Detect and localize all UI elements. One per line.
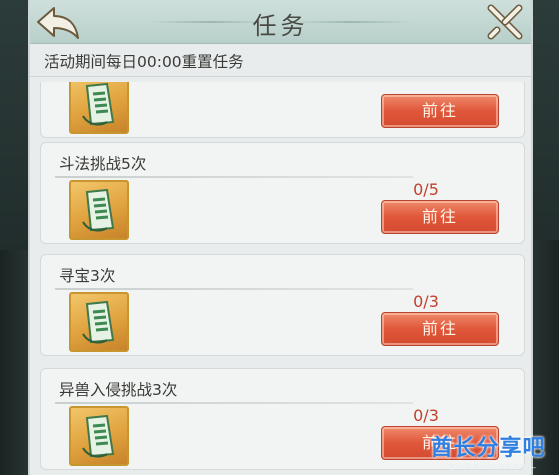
task-name: 斗法挑战5次 [59,155,147,173]
back-button[interactable] [32,2,84,42]
task-progress: 0/5 [413,180,439,199]
task-panel: 任务 活动期间每日00:00重置任务 前往 斗法挑战5次 0/5 前往 寻宝3次… [28,0,533,475]
title-bar: 任务 [30,0,531,44]
reset-notice: 活动期间每日00:00重置任务 [44,53,244,71]
go-button[interactable]: 前往 [381,312,499,346]
task-scroll-icon [69,406,129,466]
task-scroll-icon [69,82,129,134]
task-name: 寻宝3次 [59,267,116,285]
go-button[interactable]: 前往 [381,200,499,234]
task-progress: 0/3 [413,406,439,425]
task-progress: 0/3 [413,292,439,311]
watermark-logo: 酋长分享吧 [430,436,546,461]
task-list[interactable]: 前往 斗法挑战5次 0/5 前往 寻宝3次 0/3 前往 异兽入侵挑战3次 0/… [40,82,525,475]
task-card: 斗法挑战5次 0/5 前往 [40,142,525,244]
back-arrow-icon [37,7,79,39]
task-scroll-icon [69,292,129,352]
close-button[interactable] [483,2,527,42]
task-card: 前往 [40,82,525,138]
task-scroll-icon [69,180,129,240]
task-divider [55,176,413,178]
task-divider [55,288,413,290]
notice-divider [30,76,531,77]
page-title: 任务 [252,12,309,40]
go-button[interactable]: 前往 [381,94,499,128]
task-name: 异兽入侵挑战3次 [59,381,178,399]
close-icon [487,4,523,40]
task-card: 寻宝3次 0/3 前往 [40,254,525,356]
task-divider [55,402,413,404]
watermark-tagline: —专注您关注的游戏资讯— [440,463,536,472]
watermark: 酋长分享吧 —专注您关注的游戏资讯— [423,430,553,473]
